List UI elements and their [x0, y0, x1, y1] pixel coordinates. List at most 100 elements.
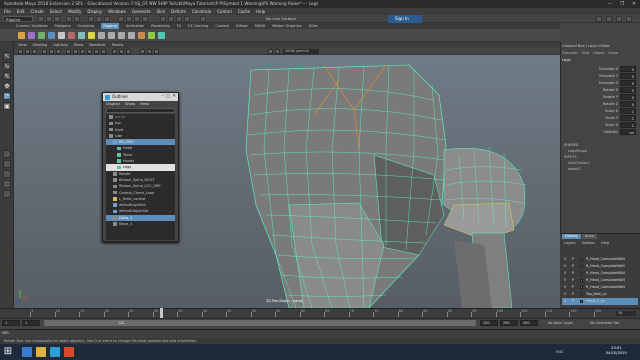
gamma-icon[interactable]	[275, 49, 280, 54]
rotate-tool-icon[interactable]: ⟳	[3, 92, 11, 100]
image-plane-icon[interactable]	[42, 49, 47, 54]
attribute-editor-icon[interactable]	[606, 16, 612, 22]
persp-graph-layout-icon[interactable]	[3, 180, 11, 188]
lasso-tool-icon[interactable]: ∿	[3, 62, 11, 70]
attr-scale-x[interactable]: Scale X1	[562, 108, 638, 115]
live-surface-label[interactable]: No Live Surface	[266, 16, 296, 22]
language-indicator[interactable]: ENG	[556, 350, 563, 354]
undo-icon[interactable]	[66, 16, 72, 22]
attr-rotate-y[interactable]: Rotate Y0	[562, 94, 638, 101]
move-tool-icon[interactable]: ✥	[3, 82, 11, 90]
aim-constraint-icon[interactable]	[108, 32, 115, 39]
start-time-field[interactable]: 1	[2, 320, 20, 326]
minimize-icon[interactable]: –	[162, 93, 164, 101]
layer-row[interactable]: V P R_Head_ComplateMAN	[562, 270, 638, 277]
viewport-persp[interactable]	[14, 55, 560, 308]
quick-rig-icon[interactable]	[148, 32, 155, 39]
attr-rotate-z[interactable]: Rotate Z0	[562, 101, 638, 108]
film-gate-icon[interactable]	[56, 49, 61, 54]
snap-point-icon[interactable]	[134, 16, 140, 22]
outliner-item[interactable]: Maya_1	[106, 221, 175, 227]
menu-skin[interactable]: Skin	[157, 9, 166, 14]
open-scene-icon[interactable]	[46, 16, 52, 22]
depth-of-field-icon[interactable]	[154, 49, 159, 54]
bookmark-icon[interactable]	[32, 49, 37, 54]
layer-row[interactable]: V P R_Head_ComplateMAN	[562, 277, 638, 284]
joint-tool-icon[interactable]	[18, 32, 25, 39]
parent-constraint-icon[interactable]	[128, 32, 135, 39]
end-time-field[interactable]: 200	[500, 320, 518, 326]
isolate-select-icon[interactable]	[112, 49, 117, 54]
persp-outliner-layout-icon[interactable]	[3, 170, 11, 178]
mel-label[interactable]: MEL	[2, 330, 9, 337]
render-settings-icon[interactable]	[184, 16, 190, 22]
menu-set-dropdown[interactable]: Rigging	[3, 16, 33, 22]
layer-row[interactable]: V P Top_Web_lyr	[562, 291, 638, 298]
app-icon[interactable]	[64, 347, 74, 357]
browser-icon[interactable]	[22, 347, 32, 357]
playback-start-field[interactable]: 1	[22, 320, 40, 326]
layer-menu-help[interactable]: Help	[601, 241, 609, 245]
input-node[interactable]: tweak2	[568, 167, 581, 171]
attr-scale-y[interactable]: Scale Y1	[562, 115, 638, 122]
xray-joints-icon[interactable]	[126, 49, 131, 54]
cb-menu-object[interactable]: Object	[593, 51, 604, 56]
attr-scale-z[interactable]: Scale Z1	[562, 122, 638, 129]
snap-plane-icon[interactable]	[142, 16, 148, 22]
modeling-toolkit-icon[interactable]	[596, 16, 602, 22]
menu-edit[interactable]: Edit	[17, 9, 25, 14]
wireframe-on-shaded-icon[interactable]	[80, 49, 85, 54]
menu-cache[interactable]: Cache	[238, 9, 250, 14]
maximize-icon[interactable]: □	[166, 93, 170, 101]
menu-deform[interactable]: Deform	[171, 9, 186, 14]
playback-end-field[interactable]: 120	[480, 320, 498, 326]
anim-layer-dropdown[interactable]: No Anim Layer	[548, 321, 573, 325]
camera-attributes-icon[interactable]	[25, 49, 30, 54]
outliner-title-bar[interactable]: Outliner – □ ✕	[103, 93, 178, 101]
cluster-icon[interactable]	[68, 32, 75, 39]
orient-constraint-icon[interactable]	[118, 32, 125, 39]
menu-select[interactable]: Select	[50, 9, 62, 14]
animation-end-field[interactable]: 200	[520, 320, 538, 326]
redo-icon[interactable]	[74, 16, 80, 22]
menu-help[interactable]: Help	[256, 9, 265, 14]
menu-display[interactable]: Display	[87, 9, 102, 14]
new-scene-icon[interactable]	[38, 16, 44, 22]
paint-select-icon[interactable]: ✎	[3, 72, 11, 80]
maya-taskbar-icon[interactable]	[50, 347, 60, 357]
shape-node[interactable]: LegsShape	[568, 149, 587, 153]
wire-icon[interactable]	[88, 32, 95, 39]
minimize-icon[interactable]: —	[604, 0, 616, 8]
xray-icon[interactable]	[119, 49, 124, 54]
point-constraint-icon[interactable]	[98, 32, 105, 39]
single-perspective-layout-icon[interactable]	[3, 150, 11, 158]
menu-constrain[interactable]: Constrain	[192, 9, 211, 14]
tool-settings-icon[interactable]	[616, 16, 622, 22]
save-scene-icon[interactable]	[54, 16, 60, 22]
attr-visibility[interactable]: Visibility on	[562, 129, 638, 136]
blendshape-icon[interactable]	[138, 32, 145, 39]
maximize-icon[interactable]: ❐	[616, 0, 628, 8]
menu-control[interactable]: Control	[217, 9, 231, 14]
cb-menu-edit[interactable]: Edit	[582, 51, 589, 56]
menu-create[interactable]: Create	[30, 9, 43, 14]
select-hierarchy-icon[interactable]	[88, 16, 94, 22]
outliner-menu-show[interactable]: Show	[125, 101, 135, 107]
layer-tab-display[interactable]: Display	[562, 234, 581, 239]
ik-spline-icon[interactable]	[38, 32, 45, 39]
render-icon[interactable]	[168, 16, 174, 22]
channel-box-icon[interactable]	[626, 16, 632, 22]
anti-aliasing-icon[interactable]	[147, 49, 152, 54]
attr-rotate-x[interactable]: Rotate X0	[562, 87, 638, 94]
color-management-field[interactable]: sRGB gamma	[283, 49, 319, 54]
sign-in-button[interactable]: Sign In	[388, 15, 422, 23]
ambient-occlusion-icon[interactable]	[140, 49, 145, 54]
attr-translate-y[interactable]: Translate Y0	[562, 73, 638, 80]
layer-menu-layers[interactable]: Layers	[564, 241, 576, 245]
current-frame-marker[interactable]	[160, 308, 163, 318]
menu-generate[interactable]: Generate	[132, 9, 151, 14]
attr-translate-z[interactable]: Translate Z0	[562, 80, 638, 87]
wireframe-icon[interactable]	[66, 49, 71, 54]
command-line[interactable]	[0, 329, 640, 338]
humanik-icon[interactable]	[158, 32, 165, 39]
